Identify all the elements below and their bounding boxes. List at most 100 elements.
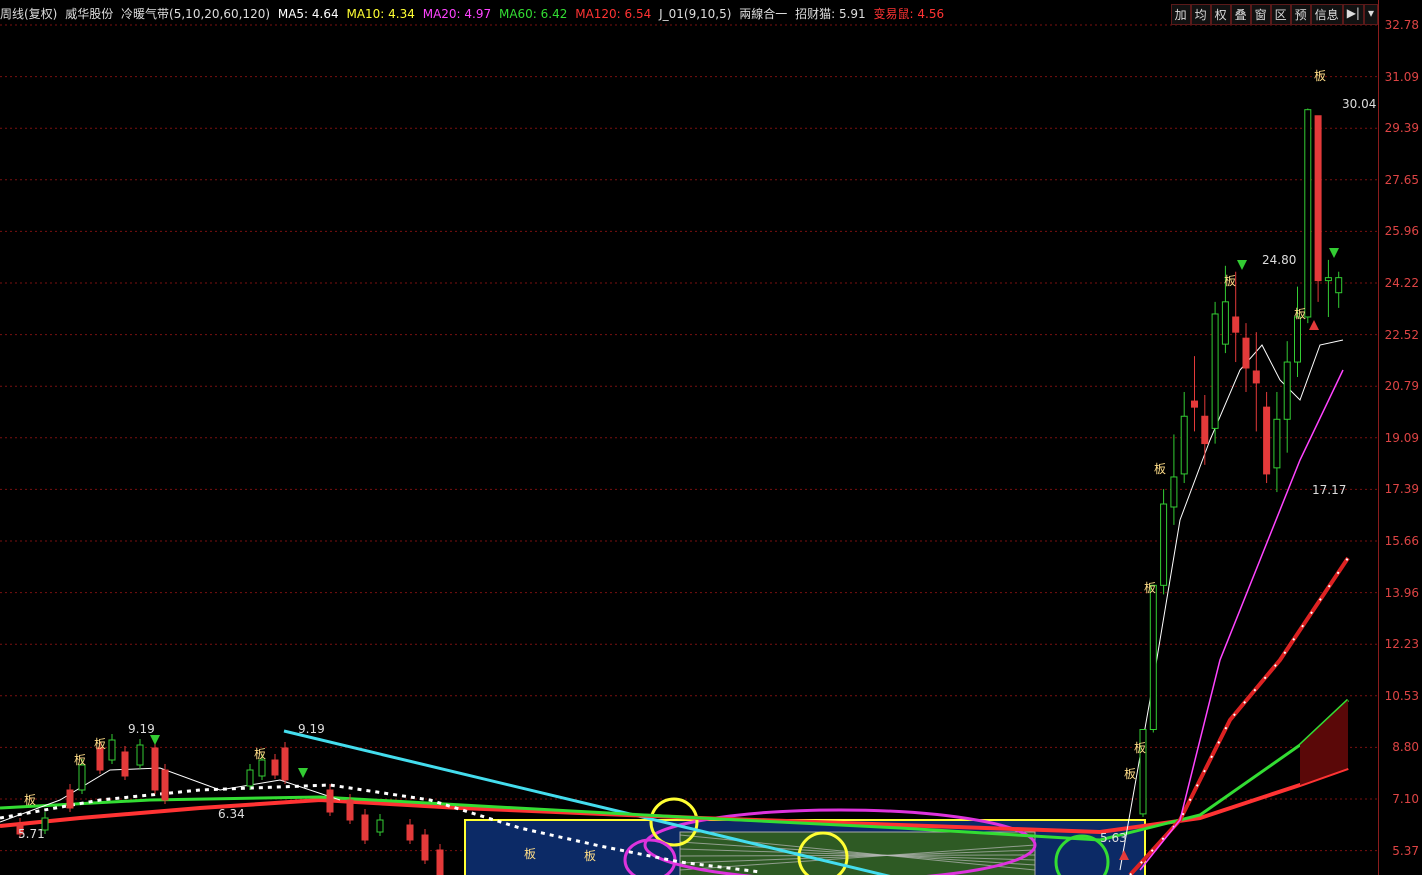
candle-body bbox=[1314, 115, 1322, 282]
toolbar-info[interactable]: 信息 bbox=[1310, 4, 1343, 25]
candle bbox=[1335, 271, 1343, 308]
board-marker: 板 bbox=[524, 847, 536, 861]
board-marker: 板 bbox=[1294, 307, 1306, 321]
candle-body bbox=[96, 747, 104, 771]
strategy-label: 兩線合一 bbox=[739, 7, 788, 21]
board-marker: 板 bbox=[584, 849, 596, 863]
chart-toolbar: 加 均 权 叠 窗 区 预 信息 ▶| ▾ bbox=[1170, 4, 1378, 25]
axis-tick-label: 12.23 bbox=[1384, 637, 1419, 652]
toolbar-window[interactable]: 窗 bbox=[1250, 4, 1271, 25]
candle bbox=[436, 844, 444, 875]
candle-body bbox=[1283, 361, 1291, 420]
candle-body bbox=[151, 747, 159, 791]
axis-tick-label: 20.79 bbox=[1384, 379, 1419, 394]
chart-area[interactable]: 9.19 9.19 6.34 5.71 5.63 30.04 24.80 17.17 板板板板板… bbox=[0, 0, 1422, 875]
price-annotation: 24.80 bbox=[1262, 253, 1296, 267]
candle-body bbox=[1252, 370, 1260, 384]
indicator-name: 冷暖气带(5,10,20,60,120) bbox=[121, 7, 271, 21]
price-annotation: 17.17 bbox=[1312, 483, 1346, 497]
byr-value: 变易鼠: 4.56 bbox=[873, 7, 945, 21]
candle bbox=[1211, 301, 1219, 444]
toolbar-predict[interactable]: 预 bbox=[1290, 4, 1311, 25]
candle bbox=[1252, 332, 1260, 432]
candle-body bbox=[1201, 415, 1209, 445]
candle bbox=[66, 784, 74, 812]
candle bbox=[1170, 434, 1178, 525]
board-marker: 板 bbox=[1154, 462, 1166, 476]
candle bbox=[271, 754, 279, 779]
candle-body bbox=[136, 744, 144, 766]
down-arrow-icon bbox=[150, 735, 160, 745]
board-marker: 板 bbox=[1144, 581, 1156, 595]
candle bbox=[1324, 259, 1332, 317]
annotations: 9.19 9.196.345.71 5.6330.0424.8017.17板板板板板… bbox=[18, 69, 1376, 863]
axis-tick-label: 8.80 bbox=[1392, 740, 1419, 755]
candle-body bbox=[406, 824, 414, 841]
axis-tick-label: 5.37 bbox=[1392, 843, 1419, 858]
candle bbox=[1180, 391, 1188, 484]
candle-body bbox=[1170, 476, 1178, 508]
candle-body bbox=[258, 759, 266, 777]
ma5-value: MA5: 4.64 bbox=[277, 7, 339, 21]
ma10-line bbox=[0, 767, 341, 823]
candle bbox=[1314, 115, 1322, 302]
candle-body bbox=[1211, 313, 1219, 429]
axis-tick-label: 19.09 bbox=[1384, 430, 1419, 445]
axis-tick-label: 29.39 bbox=[1384, 121, 1419, 136]
j01-line bbox=[1128, 556, 1350, 875]
axis-tick-label: 32.78 bbox=[1384, 18, 1419, 32]
candle-body bbox=[108, 739, 116, 761]
toolbar-add[interactable]: 加 bbox=[1170, 4, 1191, 25]
board-marker: 板 bbox=[1224, 274, 1236, 288]
axis-tick-label: 27.65 bbox=[1384, 172, 1419, 187]
candle bbox=[151, 742, 159, 794]
candle bbox=[406, 819, 414, 844]
candle-body bbox=[1335, 277, 1343, 294]
axis-tick-label: 25.96 bbox=[1384, 224, 1419, 239]
candle-body bbox=[1191, 400, 1198, 408]
candle bbox=[1149, 584, 1157, 733]
candle-body bbox=[1221, 301, 1229, 345]
candle-body bbox=[1180, 415, 1188, 475]
candle bbox=[1201, 395, 1209, 465]
candle-body bbox=[376, 819, 384, 833]
axis-tick-label: 31.09 bbox=[1384, 69, 1419, 84]
collapse-icon[interactable]: ▶| bbox=[1342, 4, 1364, 25]
candle bbox=[161, 764, 169, 804]
candle bbox=[421, 829, 429, 864]
candle-body bbox=[271, 759, 279, 776]
candle-body bbox=[281, 747, 289, 781]
down-arrow-icon bbox=[1237, 260, 1247, 270]
candle bbox=[281, 742, 289, 784]
axis-tick-label: 7.10 bbox=[1392, 792, 1419, 806]
toolbar-range[interactable]: 区 bbox=[1270, 4, 1291, 25]
candle-body bbox=[1149, 584, 1157, 731]
candle-body bbox=[78, 764, 86, 791]
price-annotation: 5.63 bbox=[1100, 831, 1127, 845]
price-chart[interactable]: 9.19 9.196.345.71 5.6330.0424.8017.17板板板板板… bbox=[0, 0, 1378, 875]
dropdown-icon[interactable]: ▾ bbox=[1363, 4, 1378, 25]
candle-body bbox=[1324, 277, 1332, 282]
candle bbox=[1263, 391, 1271, 484]
board-marker: 板 bbox=[24, 793, 36, 807]
candle bbox=[246, 764, 254, 790]
up-arrow-icon bbox=[1309, 320, 1319, 330]
j01-label: J_01(9,10,5) bbox=[659, 7, 732, 21]
candle-body bbox=[1263, 406, 1271, 475]
toolbar-rights[interactable]: 权 bbox=[1210, 4, 1231, 25]
board-marker: 板 bbox=[1124, 767, 1136, 781]
toolbar-overlay[interactable]: 叠 bbox=[1230, 4, 1251, 25]
price-annotation: 30.04 bbox=[1342, 97, 1376, 111]
candle bbox=[361, 809, 369, 844]
toolbar-average[interactable]: 均 bbox=[1190, 4, 1211, 25]
candle bbox=[1304, 108, 1312, 324]
candle-body bbox=[326, 789, 334, 813]
candle-body bbox=[1242, 337, 1250, 369]
candle bbox=[1242, 323, 1250, 392]
board-marker: 板 bbox=[94, 737, 106, 751]
candle-body bbox=[161, 769, 169, 801]
candle bbox=[1283, 341, 1291, 453]
candle-body bbox=[66, 789, 74, 809]
price-axis: 32.78 31.09 29.39 27.65 25.96 24.22 22.52 20.79… bbox=[1378, 0, 1422, 875]
candle-body bbox=[1294, 316, 1301, 363]
